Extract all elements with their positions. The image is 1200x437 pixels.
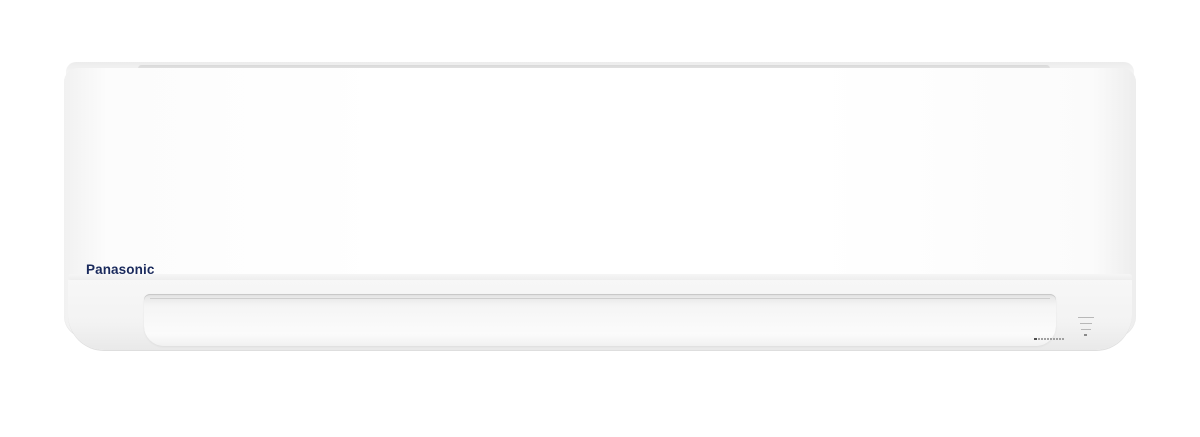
badge-strip xyxy=(1038,338,1064,340)
badge-mark xyxy=(1034,338,1037,340)
indicator-line xyxy=(1078,317,1094,318)
airflow-louver xyxy=(144,294,1056,346)
air-conditioner-unit: Panasonic xyxy=(64,62,1136,352)
indicator-line xyxy=(1080,323,1092,324)
louver-edge xyxy=(150,298,1050,299)
status-indicators xyxy=(1076,315,1106,345)
indicator-dot xyxy=(1084,334,1087,336)
indicator-line xyxy=(1081,329,1091,330)
product-photo: Panasonic xyxy=(0,0,1200,437)
